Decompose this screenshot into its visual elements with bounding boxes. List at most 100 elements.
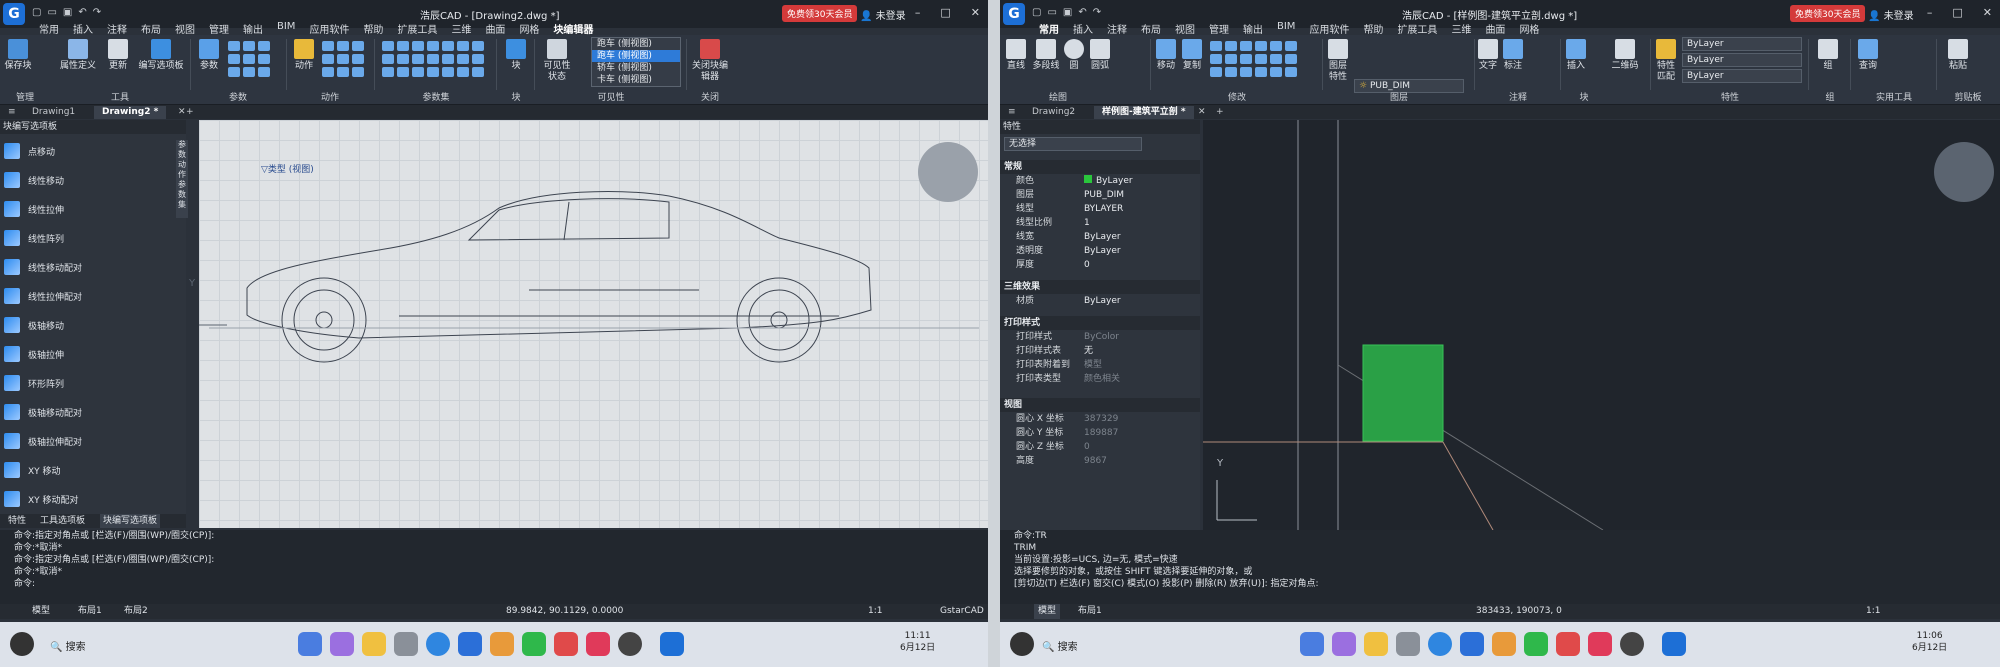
action-tool-icon[interactable] (337, 67, 349, 77)
dimension-button[interactable]: 标注 (1502, 39, 1524, 72)
browser-icon[interactable] (1428, 632, 1452, 656)
menu-toggle-icon[interactable]: ≡ (1000, 106, 1024, 119)
login-status[interactable]: 👤 未登录 (1868, 7, 1914, 22)
menu-item[interactable]: 插入 (66, 21, 100, 36)
redo-icon[interactable]: ↷ (93, 7, 101, 18)
menu-item[interactable]: 三维 (1444, 21, 1478, 36)
selection-dropdown[interactable]: 无选择 (1004, 137, 1142, 151)
clock[interactable]: 11:11 6月12日 (900, 630, 935, 654)
side-tab-parameters[interactable]: 参数 (176, 140, 188, 160)
parameter-set-icon[interactable] (382, 67, 394, 77)
menu-item[interactable]: 扩展工具 (390, 21, 444, 36)
menu-item[interactable]: BIM (1270, 21, 1302, 35)
measure-button[interactable]: 查询 (1854, 39, 1882, 72)
menu-item[interactable]: 布局 (1134, 21, 1168, 36)
browser-icon[interactable] (426, 632, 450, 656)
text-button[interactable]: 文字 (1478, 39, 1498, 72)
action-button[interactable]: 动作 (292, 39, 316, 72)
visibility-option[interactable]: 跑车 (侧视图) (592, 50, 680, 62)
action-tool-icon[interactable] (352, 54, 364, 64)
settings-icon[interactable] (618, 632, 642, 656)
layout-tab-2[interactable]: 布局2 (124, 604, 148, 619)
menu-item[interactable]: 曲面 (478, 21, 512, 36)
modify-tool-icon[interactable] (1285, 67, 1297, 77)
prop-row-layer[interactable]: 图层 PUB_DIM (1000, 188, 1200, 202)
menu-item[interactable]: 常用 (32, 21, 66, 36)
menu-item[interactable]: 布局 (134, 21, 168, 36)
new-file-icon[interactable]: ▢ (1032, 7, 1041, 18)
gstarcad-icon[interactable] (660, 632, 684, 656)
action-tool-icon[interactable] (322, 41, 334, 51)
view-cube-icon[interactable] (918, 142, 978, 202)
annotation-scale[interactable]: 1:1 (868, 604, 882, 619)
tab-drawing1[interactable]: Drawing1 (24, 106, 83, 119)
modify-tool-icon[interactable] (1210, 41, 1222, 51)
modify-tool-icon[interactable] (1225, 54, 1237, 64)
apps-icon[interactable] (1300, 632, 1324, 656)
prop-row-color[interactable]: 颜色 ByLayer (1000, 174, 1200, 188)
insert-button[interactable]: 插入 (1564, 39, 1588, 72)
close-block-editor-button[interactable]: 关闭块编辑器 (688, 39, 732, 83)
gallery-icon[interactable] (490, 632, 514, 656)
section-view[interactable]: 视图 (1000, 398, 1200, 412)
parameter-tool-icon[interactable] (243, 41, 255, 51)
files-icon[interactable] (362, 632, 386, 656)
action-tool-icon[interactable] (322, 54, 334, 64)
minimize-icon[interactable]: – (915, 6, 921, 19)
view-cube-icon[interactable] (1934, 142, 1994, 202)
app-logo[interactable]: G (3, 3, 25, 25)
action-tool-icon[interactable] (337, 54, 349, 64)
prop-row-plot-style[interactable]: 打印样式 ByColor (1000, 330, 1200, 344)
menu-item[interactable]: BIM (270, 21, 302, 35)
vip-badge[interactable]: 免费领30天会员 (1790, 5, 1866, 22)
menu-item[interactable]: 管理 (202, 21, 236, 36)
visibility-dropdown[interactable]: 跑车 (侧视图) 跑车 (侧视图) 轿车 (侧视图) 卡车 (侧视图) (591, 37, 681, 87)
prop-row-transparency[interactable]: 透明度 ByLayer (1000, 244, 1200, 258)
visibility-option[interactable]: 轿车 (侧视图) (592, 62, 680, 74)
prop-row-plot-attached[interactable]: 打印表附着到 模型 (1000, 358, 1200, 372)
parameter-tool-icon[interactable] (258, 67, 270, 77)
new-tab-icon[interactable]: + (178, 106, 202, 119)
menu-item[interactable]: 视图 (168, 21, 202, 36)
layout-tab-model[interactable]: 模型 (1034, 604, 1061, 619)
tab-building-sample[interactable]: 样例图-建筑平立剖 * (1094, 106, 1194, 119)
prop-row-center-y[interactable]: 圆心 Y 坐标 189887 (1000, 426, 1200, 440)
palette-item[interactable]: 线性移动配对 (4, 254, 82, 280)
visibility-dropdown-current[interactable]: 跑车 (侧视图) (592, 38, 680, 50)
side-tab-parameter-sets[interactable]: 参数集 (176, 180, 188, 210)
start-icon[interactable] (1010, 632, 1034, 656)
parameter-tool-icon[interactable] (243, 67, 255, 77)
recycle-bin-icon[interactable] (394, 632, 418, 656)
menu-item[interactable]: 扩展工具 (1390, 21, 1444, 36)
parameter-set-icon[interactable] (472, 54, 484, 64)
drawing-canvas[interactable]: ▽类型 (视图) Y (189, 120, 988, 528)
parameter-set-icon[interactable] (397, 67, 409, 77)
prop-row-lineweight[interactable]: 线宽 ByLayer (1000, 230, 1200, 244)
modify-tool-icon[interactable] (1270, 41, 1282, 51)
parameter-set-icon[interactable] (457, 67, 469, 77)
parameter-set-icon[interactable] (427, 41, 439, 51)
modify-tool-icon[interactable] (1255, 54, 1267, 64)
redo-icon[interactable]: ↷ (1093, 7, 1101, 18)
copy-button[interactable]: 复制 (1180, 39, 1204, 72)
menu-item[interactable]: 网格 (512, 21, 546, 36)
mail-icon[interactable] (1460, 632, 1484, 656)
menu-item[interactable]: 插入 (1066, 21, 1100, 36)
prop-row-center-x[interactable]: 圆心 X 坐标 387329 (1000, 412, 1200, 426)
menu-item[interactable]: 注释 (100, 21, 134, 36)
parameter-set-icon[interactable] (427, 67, 439, 77)
undo-icon[interactable]: ↶ (78, 7, 86, 18)
chat-icon[interactable] (522, 632, 546, 656)
visibility-state-button[interactable]: 可见性状态 (540, 39, 574, 83)
modify-tool-icon[interactable] (1210, 67, 1222, 77)
parameter-set-icon[interactable] (412, 41, 424, 51)
app-logo[interactable]: G (1003, 3, 1025, 25)
prop-row-height[interactable]: 高度 9867 (1000, 454, 1200, 468)
attribute-define-button[interactable]: 属性定义 (58, 39, 98, 72)
modify-tool-icon[interactable] (1225, 41, 1237, 51)
line-button[interactable]: 直线 (1004, 39, 1028, 72)
menu-item[interactable]: 曲面 (1478, 21, 1512, 36)
palette-item[interactable]: 环形阵列 (4, 370, 64, 396)
action-tool-icon[interactable] (352, 41, 364, 51)
store-icon[interactable] (586, 632, 610, 656)
